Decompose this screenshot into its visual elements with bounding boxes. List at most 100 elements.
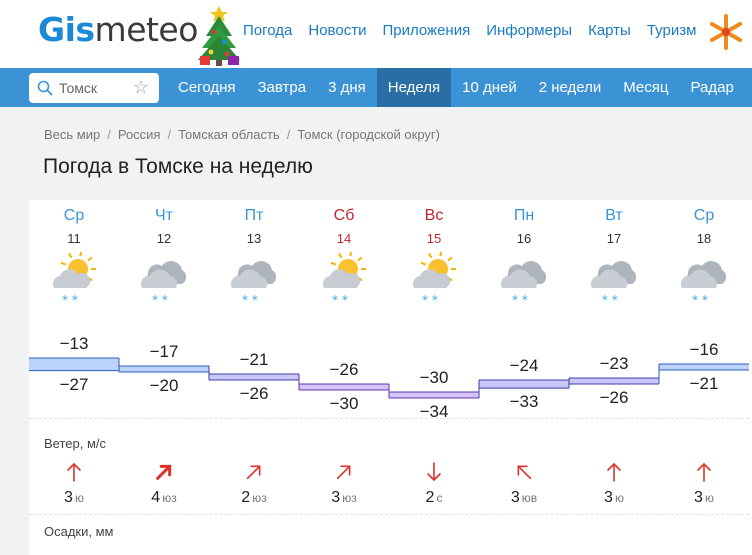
tab-0[interactable]: Сегодня bbox=[167, 68, 247, 107]
svg-text:* *: * * bbox=[332, 293, 348, 307]
wind-direction: ю bbox=[704, 491, 714, 505]
christmas-tree-icon bbox=[198, 6, 240, 66]
breadcrumb-city[interactable]: Томск (городской округ) bbox=[297, 127, 440, 142]
max-temperature: −24 bbox=[509, 356, 539, 375]
day-of-week[interactable]: Вс bbox=[389, 207, 479, 225]
nav-maps[interactable]: Карты bbox=[588, 22, 631, 39]
search-input[interactable]: Томск ☆ bbox=[29, 73, 159, 103]
breadcrumb-world[interactable]: Весь мир bbox=[44, 127, 100, 142]
min-temperature: −30 bbox=[329, 394, 359, 413]
day-of-week[interactable]: Вт bbox=[569, 207, 659, 225]
min-temperature: −34 bbox=[419, 402, 449, 421]
svg-text:* *: * * bbox=[422, 293, 438, 307]
wind-arrow-icon bbox=[29, 460, 119, 484]
wind-speed-value: 3 bbox=[331, 489, 341, 506]
svg-text:* *: * * bbox=[62, 293, 78, 307]
cloud-snow-icon: * * bbox=[138, 252, 190, 310]
day-of-week[interactable]: Чт bbox=[119, 207, 209, 225]
wind-speed: 3ю bbox=[569, 489, 659, 507]
tab-3[interactable]: Неделя bbox=[376, 68, 452, 107]
max-temperature: −17 bbox=[149, 342, 179, 361]
wind-direction: юз bbox=[252, 491, 267, 505]
wind-speed-value: 3 bbox=[64, 489, 73, 506]
day-date: 13 bbox=[246, 231, 262, 246]
wind-direction: ю bbox=[74, 491, 84, 505]
day-date: 11 bbox=[67, 231, 81, 246]
max-temperature: −16 bbox=[689, 340, 719, 359]
wind-arrow-icon bbox=[389, 460, 479, 484]
snowflake-icon[interactable] bbox=[706, 12, 746, 52]
tab-6[interactable]: Месяц bbox=[612, 68, 679, 107]
wind-speed-value: 3 bbox=[510, 489, 520, 506]
wind-speed: 3ю bbox=[659, 489, 749, 507]
wind-arrow-icon bbox=[569, 460, 659, 484]
cloud-snow-icon: * * bbox=[678, 252, 730, 310]
svg-text:* *: * * bbox=[602, 293, 618, 307]
nav-news[interactable]: Новости bbox=[308, 22, 366, 39]
wind-speed-value: 2 bbox=[425, 489, 435, 506]
divider bbox=[29, 514, 749, 515]
day-date: 14 bbox=[336, 231, 352, 246]
tab-2[interactable]: 3 дня bbox=[317, 68, 377, 107]
min-temperature: −33 bbox=[509, 392, 539, 412]
wind-direction: ю bbox=[614, 491, 624, 505]
gismeteo-logo[interactable]: Gismeteo bbox=[38, 10, 198, 49]
favorite-star-icon[interactable]: ☆ bbox=[133, 77, 149, 98]
wind-arrow-icon bbox=[659, 460, 749, 484]
temperature-bar bbox=[119, 366, 209, 372]
wind-direction: юз bbox=[162, 491, 177, 505]
temperature-bar bbox=[389, 392, 479, 398]
min-temperature: −26 bbox=[239, 384, 269, 403]
day-of-week[interactable]: Ср bbox=[659, 207, 749, 225]
max-temperature: −23 bbox=[599, 354, 629, 373]
nav-tourism[interactable]: Туризм bbox=[647, 22, 697, 39]
svg-text:* *: * * bbox=[692, 293, 708, 307]
svg-text:* *: * * bbox=[512, 293, 528, 307]
tab-5[interactable]: 2 недели bbox=[528, 68, 613, 107]
tab-4[interactable]: 10 дней bbox=[451, 68, 528, 107]
precipitation-label: Осадки, мм bbox=[44, 524, 114, 539]
day-of-week[interactable]: Ср bbox=[29, 207, 119, 225]
wind-speed-value: 4 bbox=[151, 489, 161, 506]
wind-label: Ветер, м/с bbox=[44, 436, 107, 451]
svg-text:* *: * * bbox=[242, 293, 258, 307]
wind-speed: 2с bbox=[389, 489, 479, 507]
temperature-bar bbox=[29, 358, 119, 371]
max-temperature: −26 bbox=[329, 360, 359, 379]
day-of-week[interactable]: Сб bbox=[299, 207, 389, 225]
nav-apps[interactable]: Приложения bbox=[382, 22, 470, 39]
max-temperature: −21 bbox=[239, 350, 269, 369]
search-value: Томск bbox=[59, 80, 97, 96]
sun-cloud-snow-icon: * * bbox=[318, 251, 370, 310]
day-of-week[interactable]: Пн bbox=[479, 207, 569, 225]
cloud-snow-icon: * * bbox=[228, 252, 280, 310]
cloud-snow-icon: * * bbox=[588, 252, 640, 310]
wind-arrow-icon bbox=[479, 460, 569, 484]
nav-informers[interactable]: Информеры bbox=[486, 22, 572, 39]
wind-direction: юв bbox=[521, 491, 538, 505]
tab-7[interactable]: Радар bbox=[680, 68, 745, 107]
header: Gismeteo Погода Новости Приложения Инфор… bbox=[0, 0, 752, 68]
temperature-bar bbox=[659, 364, 749, 370]
cloud-snow-icon: * * bbox=[498, 252, 550, 310]
sun-cloud-snow-icon: * * bbox=[48, 251, 100, 310]
day-date: 16 bbox=[516, 231, 532, 246]
temperature-bar bbox=[209, 374, 299, 380]
breadcrumb: Весь мир / Россия / Томская область / Томск (г… bbox=[44, 127, 441, 142]
day-of-week[interactable]: Пт bbox=[209, 207, 299, 225]
day-date: 12 bbox=[156, 231, 172, 246]
svg-text:* *: * * bbox=[152, 293, 168, 307]
wind-speed-value: 2 bbox=[241, 489, 251, 506]
temperature-bar bbox=[479, 380, 569, 389]
wind-direction: юз bbox=[342, 491, 357, 505]
breadcrumb-russia[interactable]: Россия bbox=[118, 127, 161, 142]
min-temperature: −20 bbox=[149, 376, 179, 395]
min-temperature: −26 bbox=[599, 388, 629, 407]
wind-arrow-icon bbox=[119, 460, 209, 484]
day-date: 18 bbox=[696, 231, 712, 246]
nav-weather[interactable]: Погода bbox=[243, 22, 292, 39]
breadcrumb-region[interactable]: Томская область bbox=[178, 127, 280, 142]
forecast-widget: Ветер, м/с Осадки, мм Ср 11 * * −13 −27 3 ю Чт 1… bbox=[29, 200, 752, 555]
tab-1[interactable]: Завтра bbox=[247, 68, 318, 107]
temperature-bar bbox=[299, 384, 389, 390]
